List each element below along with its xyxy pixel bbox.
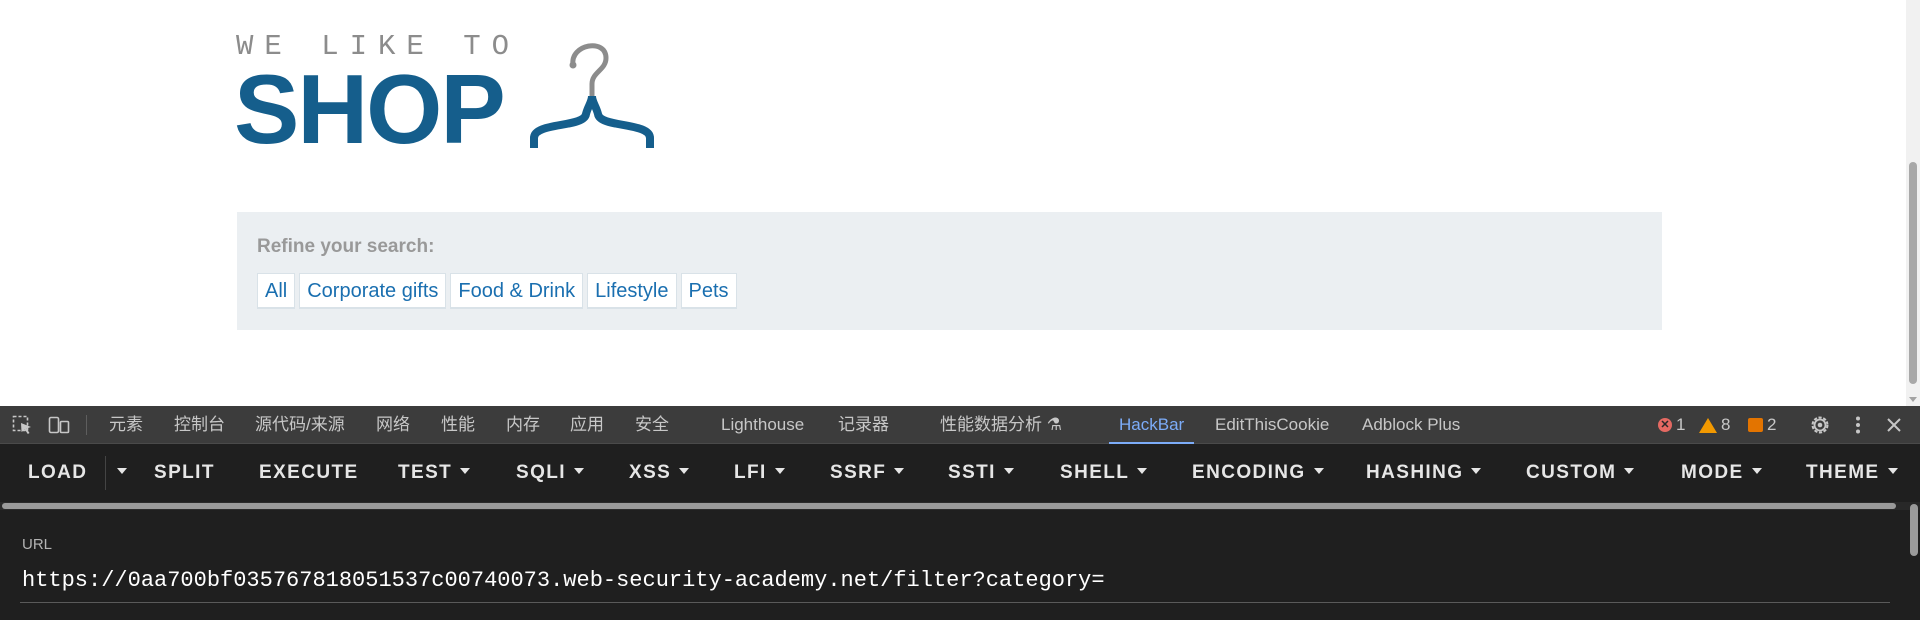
tab-adblock-plus[interactable]: Adblock Plus	[1362, 406, 1460, 444]
error-counter[interactable]: ✕ 1	[1658, 406, 1685, 444]
filter-pets[interactable]: Pets	[680, 273, 737, 309]
more-options-icon[interactable]	[1847, 414, 1869, 436]
lfi-menu-button[interactable]: LFI	[734, 444, 785, 502]
tab-performance-insights[interactable]: 性能数据分析 ⚗	[940, 406, 1062, 444]
split-button[interactable]: SPLIT	[154, 444, 215, 502]
warning-count: 8	[1721, 415, 1731, 434]
devtools-tab-bar: 元素 控制台 源代码/来源 网络 性能 内存 应用 安全 Lighthouse …	[0, 406, 1920, 444]
inspect-element-icon[interactable]	[12, 415, 34, 435]
devtools-separator	[86, 415, 87, 435]
chevron-down-icon	[1751, 467, 1762, 474]
hackbar-toolbar-scrollbar[interactable]	[0, 502, 1900, 510]
chevron-down-icon	[679, 467, 690, 474]
category-filters: All Corporate gifts Food & Drink Lifesty…	[257, 273, 737, 309]
scroll-down-icon[interactable]	[1909, 397, 1917, 402]
devtools-panel: 元素 控制台 源代码/来源 网络 性能 内存 应用 安全 Lighthouse …	[0, 406, 1920, 620]
issues-counter[interactable]: 2	[1748, 406, 1776, 444]
filter-food-drink[interactable]: Food & Drink	[450, 273, 584, 309]
load-button[interactable]: LOAD	[28, 444, 87, 502]
error-icon: ✕	[1658, 418, 1672, 432]
chevron-down-icon	[460, 467, 471, 474]
tab-lighthouse[interactable]: Lighthouse	[721, 406, 804, 444]
test-menu-button[interactable]: TEST	[398, 444, 471, 502]
mode-menu-button[interactable]: MODE	[1681, 444, 1762, 502]
xss-menu-label: XSS	[629, 462, 672, 483]
chevron-down-icon	[894, 467, 905, 474]
refine-search-panel: Refine your search: All Corporate gifts …	[237, 212, 1662, 330]
tab-performance[interactable]: 性能	[441, 406, 475, 444]
tab-recorder[interactable]: 记录器	[838, 406, 889, 444]
ssrf-menu-button[interactable]: SSRF	[830, 444, 905, 502]
sqli-menu-button[interactable]: SQLI	[516, 444, 584, 502]
settings-gear-icon[interactable]	[1809, 414, 1831, 436]
shell-menu-label: SHELL	[1060, 462, 1130, 483]
tab-editthiscookie[interactable]: EditThisCookie	[1215, 406, 1329, 444]
custom-menu-button[interactable]: CUSTOM	[1526, 444, 1635, 502]
tab-network[interactable]: 网络	[376, 406, 410, 444]
hackbar-toolbar: LOAD SPLIT EXECUTE TEST SQLI XSS LFI SSR…	[0, 444, 1920, 502]
encoding-menu-button[interactable]: ENCODING	[1192, 444, 1324, 502]
lfi-menu-label: LFI	[734, 462, 767, 483]
xss-menu-button[interactable]: XSS	[629, 444, 690, 502]
filter-corporate-gifts[interactable]: Corporate gifts	[299, 273, 447, 309]
logo-brand: SHOP	[234, 54, 506, 164]
ssti-menu-label: SSTI	[948, 462, 996, 483]
filter-lifestyle[interactable]: Lifestyle	[587, 273, 677, 309]
warning-counter[interactable]: 8	[1699, 406, 1730, 444]
tab-elements[interactable]: 元素	[109, 406, 143, 444]
warning-icon	[1699, 417, 1717, 433]
execute-button[interactable]: EXECUTE	[259, 444, 359, 502]
theme-menu-label: THEME	[1806, 462, 1880, 483]
load-dropdown-button[interactable]	[109, 444, 127, 502]
hashing-menu-label: HASHING	[1366, 462, 1464, 483]
error-count: 1	[1676, 415, 1686, 434]
tab-console[interactable]: 控制台	[174, 406, 225, 444]
filter-all[interactable]: All	[257, 273, 296, 309]
tab-memory[interactable]: 内存	[506, 406, 540, 444]
close-devtools-icon[interactable]	[1883, 414, 1905, 436]
url-field-label: URL	[22, 536, 53, 553]
hanger-icon	[530, 43, 654, 148]
hashing-menu-button[interactable]: HASHING	[1366, 444, 1482, 502]
chevron-down-icon	[1624, 467, 1635, 474]
chevron-down-icon	[1313, 467, 1324, 474]
issue-icon	[1748, 418, 1763, 432]
tab-sources[interactable]: 源代码/来源	[255, 406, 345, 444]
chevron-down-icon	[573, 467, 584, 474]
shell-menu-button[interactable]: SHELL	[1060, 444, 1148, 502]
chevron-down-icon	[1887, 467, 1898, 474]
url-input[interactable]: https://0aa700bf035767818051537c00740073…	[22, 568, 1105, 593]
refine-search-title: Refine your search:	[257, 236, 435, 257]
chevron-down-icon	[774, 467, 785, 474]
page-scrollbar[interactable]	[1906, 0, 1920, 406]
shop-logo[interactable]: WE LIKE TO SHOP	[234, 30, 676, 158]
tab-security[interactable]: 安全	[635, 406, 669, 444]
ssrf-menu-label: SSRF	[830, 462, 887, 483]
hackbar-toolbar-scrollbar-thumb[interactable]	[2, 503, 1896, 509]
device-toolbar-icon[interactable]	[48, 415, 70, 435]
encoding-menu-label: ENCODING	[1192, 462, 1306, 483]
custom-menu-label: CUSTOM	[1526, 462, 1617, 483]
url-input-underline	[20, 602, 1890, 603]
mode-menu-label: MODE	[1681, 462, 1744, 483]
theme-menu-button[interactable]: THEME	[1806, 444, 1898, 502]
test-menu-label: TEST	[398, 462, 453, 483]
hackbar-vertical-scrollbar[interactable]	[1910, 504, 1918, 556]
chevron-down-icon	[1471, 467, 1482, 474]
issue-count: 2	[1767, 415, 1777, 434]
chevron-down-icon	[117, 467, 127, 474]
ssti-menu-button[interactable]: SSTI	[948, 444, 1014, 502]
sqli-menu-label: SQLI	[516, 462, 566, 483]
chevron-down-icon	[1003, 467, 1014, 474]
chevron-down-icon	[1137, 467, 1148, 474]
hackbar-body: URL https://0aa700bf035767818051537c0074…	[0, 510, 1920, 620]
tab-hackbar[interactable]: HackBar	[1108, 406, 1195, 444]
page-scrollbar-thumb[interactable]	[1909, 162, 1917, 384]
tab-application[interactable]: 应用	[570, 406, 604, 444]
load-split-divider	[105, 456, 106, 490]
page-viewport: WE LIKE TO SHOP Refine your search: All …	[0, 0, 1920, 406]
